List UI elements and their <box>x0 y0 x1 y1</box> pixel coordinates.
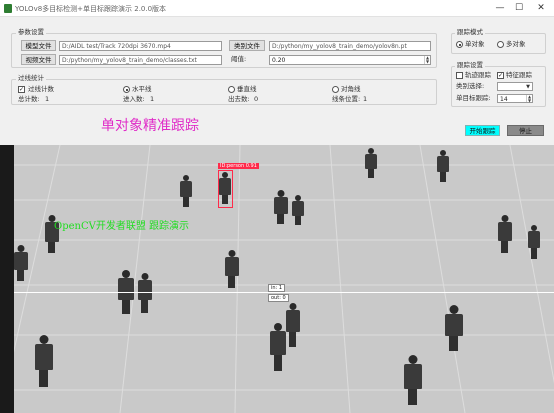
person-figure <box>270 323 286 371</box>
threshold-value: 0.20 <box>272 57 286 64</box>
stop-button[interactable]: 停止 <box>507 125 544 136</box>
title-bar: YOLOv8多目标检测+单目标跟踪演示 2.0.0版本 — ☐ ✕ <box>0 0 554 17</box>
single-object-label: 单对象 <box>465 40 485 48</box>
param-settings-title: 参数设置 <box>16 28 46 36</box>
line-position-label: 线条位置: <box>332 95 361 103</box>
in-count-label: 进入数: <box>123 95 145 103</box>
trail-label: 轨迹跟踪 <box>465 71 491 79</box>
horizontal-line-radio[interactable] <box>123 86 130 93</box>
target-id-value: 14 <box>500 96 508 103</box>
diagonal-line-radio[interactable] <box>332 86 339 93</box>
track-mode-title: 跟踪模式 <box>455 28 485 36</box>
start-track-button[interactable]: 开始跟踪 <box>465 125 500 136</box>
tracked-target-label: ID:person 0.91 <box>218 163 259 169</box>
in-count-value: 1 <box>150 95 155 103</box>
diagonal-line-label: 对角线 <box>341 85 361 93</box>
class-select-combo[interactable]: ▼ <box>497 82 533 91</box>
vertical-line-radio[interactable] <box>228 86 235 93</box>
person-figure <box>286 303 300 347</box>
person-figure <box>404 355 422 405</box>
vertical-line-label: 垂直线 <box>237 85 257 93</box>
person-figure <box>445 305 463 351</box>
out-count-value: 0 <box>254 95 259 103</box>
horizontal-line-label: 水平线 <box>132 85 152 93</box>
person-figure <box>274 190 288 224</box>
line-count-group <box>11 79 437 105</box>
single-object-radio[interactable] <box>456 41 463 48</box>
video-watermark: OpenCV开发者联盟 跟踪演示 <box>54 221 190 232</box>
feature-track-label: 特征跟踪 <box>506 71 532 79</box>
person-figure <box>528 225 540 259</box>
video-file-button[interactable]: 视频文件 <box>21 54 56 65</box>
total-count-label: 总计数: <box>18 95 40 103</box>
chevron-down-icon[interactable]: ▼ <box>524 83 532 90</box>
counting-line <box>14 292 554 293</box>
line-position-value: 1 <box>363 95 368 103</box>
video-frame: ID:person 0.91 OpenCV开发者联盟 跟踪演示 in: 1 ou… <box>0 145 554 413</box>
model-file-button[interactable]: 模型文件 <box>21 40 56 51</box>
target-id-label: 单目标跟踪: <box>456 94 491 102</box>
maximize-button[interactable]: ☐ <box>511 1 527 15</box>
person-figure <box>138 273 152 313</box>
person-figure <box>437 150 449 182</box>
video-path-field[interactable]: D:/python/my_yolov8_train_demo/classes.t… <box>59 55 222 65</box>
class-file-button[interactable]: 类别文件 <box>229 40 265 51</box>
line-count-checkbox[interactable]: ✓ <box>18 86 25 93</box>
total-count-value: 1 <box>45 95 50 103</box>
tracked-target-box <box>218 170 233 208</box>
multi-object-radio[interactable] <box>497 41 504 48</box>
close-button[interactable]: ✕ <box>533 1 549 15</box>
trail-checkbox[interactable] <box>456 72 463 79</box>
track-settings-title: 跟踪设置 <box>455 61 485 69</box>
person-figure <box>365 148 377 178</box>
app-icon <box>4 4 12 13</box>
floor-tiles <box>0 145 554 413</box>
person-figure <box>35 335 53 387</box>
person-figure <box>498 215 512 253</box>
class-select-label: 类别选择: <box>456 82 485 90</box>
person-figure <box>225 250 239 288</box>
line-count-label: 过线计数 <box>28 85 54 93</box>
class-path-field[interactable]: D:/python/my_yolov8_train_demo/yolov8n.p… <box>269 41 431 51</box>
count-out-overlay: out: 0 <box>268 294 289 302</box>
mode-heading: 单对象精准跟踪 <box>101 118 199 134</box>
threshold-spin-arrows-icon[interactable]: ▲ ▼ <box>424 56 430 64</box>
window-title: YOLOv8多目标检测+单目标跟踪演示 2.0.0版本 <box>15 5 167 13</box>
line-count-title: 过线统计 <box>16 74 46 82</box>
target-id-spinbox[interactable]: 14 ▲ ▼ <box>497 94 533 103</box>
person-figure <box>292 195 304 225</box>
multi-object-label: 多对象 <box>506 40 526 48</box>
feature-track-checkbox[interactable]: ✓ <box>497 72 504 79</box>
target-id-spin-arrows-icon[interactable]: ▲ ▼ <box>526 95 532 103</box>
threshold-label: 阈值: <box>231 55 247 63</box>
model-path-field[interactable]: D:/AIDL test/Track 720dpi 3670.mp4 <box>59 41 222 51</box>
threshold-spinbox[interactable]: 0.20 ▲ ▼ <box>269 55 431 65</box>
count-in-overlay: in: 1 <box>268 284 286 292</box>
person-figure <box>180 175 192 207</box>
out-count-label: 出去数: <box>228 95 250 103</box>
person-figure <box>14 245 28 281</box>
minimize-button[interactable]: — <box>492 1 508 15</box>
